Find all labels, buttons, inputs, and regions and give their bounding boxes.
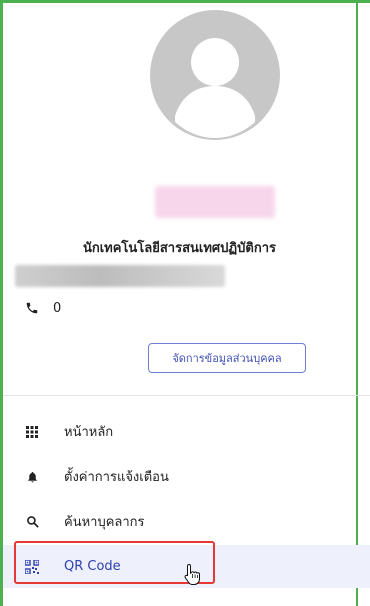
menu-item-label: ตั้งค่าการแจ้งเตือน [64, 470, 169, 485]
grid-icon [24, 424, 40, 440]
menu-item-search-personnel[interactable]: ค้นหาบุคลากร [3, 500, 370, 543]
menu-item-notification-settings[interactable]: ตั้งค่าการแจ้งเตือน [3, 455, 370, 498]
avatar[interactable] [150, 10, 280, 140]
redacted-email [15, 265, 225, 287]
qr-code-icon [24, 559, 40, 575]
redacted-user-name [155, 186, 275, 218]
menu-item-label: QR Code [64, 559, 121, 574]
menu-item-label: หน้าหลัก [64, 425, 114, 440]
phone-icon [26, 302, 38, 314]
divider [3, 395, 370, 396]
bell-icon [24, 469, 40, 485]
manage-personal-info-button[interactable]: จัดการข้อมูลส่วนบุคคล [148, 343, 306, 373]
menu-item-home[interactable]: หน้าหลัก [3, 410, 370, 453]
search-icon [24, 514, 40, 530]
phone-row: 0 [25, 298, 61, 318]
job-title: นักเทคโนโลยีสารสนเทศปฏิบัติการ [82, 241, 277, 256]
phone-number: 0 [53, 300, 62, 316]
profile-card: นักเทคโนโลยีสารสนเทศปฏิบัติการ 0 จัดการข… [3, 3, 356, 393]
menu-item-label: ค้นหาบุคลากร [64, 515, 145, 530]
hand-cursor-icon [184, 563, 200, 585]
